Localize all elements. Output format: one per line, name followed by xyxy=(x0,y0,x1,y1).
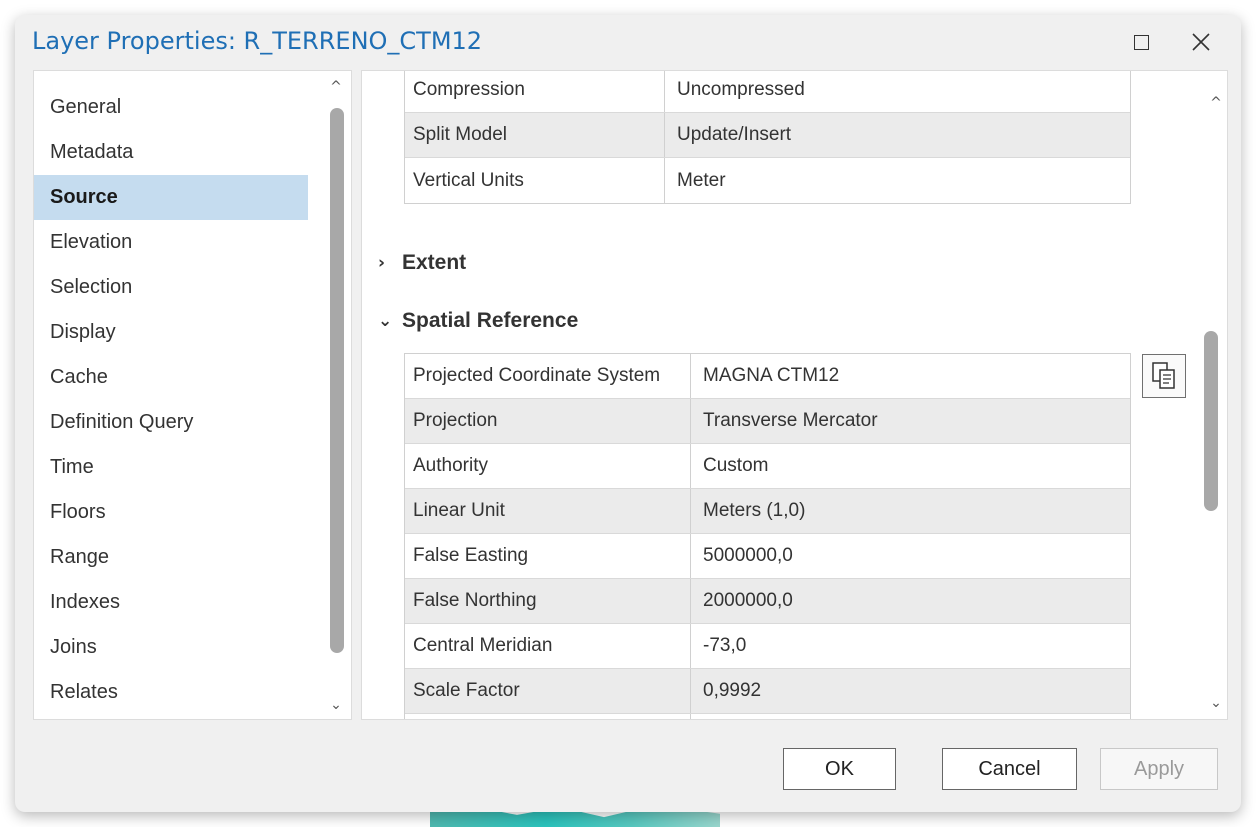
table-row: Scale Factor 0,9992 xyxy=(405,669,1130,714)
scroll-down-arrow-icon[interactable]: ⌄ xyxy=(321,695,351,715)
spatial-reference-section-header[interactable]: ⌄ Spatial Reference xyxy=(378,309,578,333)
property-name-cell: Split Model xyxy=(405,113,665,157)
apply-button[interactable]: Apply xyxy=(1100,748,1218,790)
sidebar-item-selection[interactable]: Selection xyxy=(34,265,308,310)
spatial-reference-table: Projected Coordinate System MAGNA CTM12 Pr… xyxy=(404,353,1131,719)
property-pages-list: General Metadata Source Elevation Selection D… xyxy=(33,70,352,720)
sidebar-scroll-thumb[interactable] xyxy=(330,108,344,653)
property-value-cell: Transverse Mercator xyxy=(703,410,878,431)
table-row: Split Model Update/Insert xyxy=(405,113,1130,158)
property-value-cell: 0,9992 xyxy=(703,680,762,701)
property-value-cell xyxy=(691,714,1130,719)
sidebar-item-floors[interactable]: Floors xyxy=(34,490,308,535)
property-value-cell: Custom xyxy=(703,455,769,476)
property-value-cell: MAGNA CTM12 xyxy=(703,365,840,386)
table-row: Projection Transverse Mercator xyxy=(405,399,1130,444)
table-row: False Northing 2000000,0 xyxy=(405,579,1130,624)
scroll-down-arrow-icon[interactable]: ⌄ xyxy=(1201,693,1227,713)
sidebar-item-source[interactable]: Source xyxy=(34,175,308,220)
sidebar-item-range[interactable]: Range xyxy=(34,535,308,580)
sidebar-item-general[interactable]: General xyxy=(34,85,308,130)
sidebar-item-definition-query[interactable]: Definition Query xyxy=(34,400,308,445)
table-row: Central Meridian -73,0 xyxy=(405,624,1130,669)
table-row: False Easting 5000000,0 xyxy=(405,534,1130,579)
chevron-right-icon: › xyxy=(378,253,386,273)
property-value-cell: Meters (1,0) xyxy=(703,500,806,521)
scroll-up-arrow-icon[interactable]: ^ xyxy=(1201,93,1227,113)
cancel-button[interactable]: Cancel xyxy=(942,748,1077,790)
layer-properties-dialog: Layer Properties: R_TERRENO_CTM12 Genera… xyxy=(15,15,1241,812)
property-name-cell: Authority xyxy=(405,444,691,488)
content-scroll-thumb[interactable] xyxy=(1204,331,1218,511)
property-value-cell: -73,0 xyxy=(703,635,747,656)
maximize-icon xyxy=(1133,34,1149,50)
sidebar-item-display[interactable]: Display xyxy=(34,310,308,355)
property-value-cell: Update/Insert xyxy=(677,124,792,145)
raster-info-table: Compression Uncompressed Split Model Update… xyxy=(404,71,1131,204)
spatial-reference-section-label: Spatial Reference xyxy=(402,309,579,332)
close-icon xyxy=(1192,33,1210,51)
scroll-up-arrow-icon[interactable]: ^ xyxy=(321,77,351,97)
maximize-button[interactable] xyxy=(1123,25,1159,59)
extent-section-header[interactable]: › Extent xyxy=(378,251,466,275)
table-row: Authority Custom xyxy=(405,444,1130,489)
close-button[interactable] xyxy=(1183,25,1219,59)
table-row: Compression Uncompressed xyxy=(405,71,1130,113)
property-name-cell: Linear Unit xyxy=(405,489,691,533)
sidebar-scrollbar[interactable]: ^ ⌄ xyxy=(321,71,351,719)
property-name-cell: Compression xyxy=(405,71,665,112)
sidebar-item-time[interactable]: Time xyxy=(34,445,308,490)
property-name-cell: Vertical Units xyxy=(405,158,665,203)
content-scrollbar[interactable]: ^ ⌄ xyxy=(1194,71,1227,719)
sidebar-item-elevation[interactable]: Elevation xyxy=(34,220,308,265)
sidebar-item-indexes[interactable]: Indexes xyxy=(34,580,308,625)
ok-button[interactable]: OK xyxy=(783,748,896,790)
table-row xyxy=(405,714,1130,719)
property-name-cell: False Northing xyxy=(405,579,691,623)
property-value-cell: Meter xyxy=(677,169,726,191)
property-value-cell: 5000000,0 xyxy=(703,545,793,566)
dialog-title: Layer Properties: R_TERRENO_CTM12 xyxy=(32,27,483,55)
sidebar-item-page-query[interactable]: Page Query xyxy=(34,715,308,719)
property-name-cell: Projected Coordinate System xyxy=(405,354,691,398)
property-value-cell: Uncompressed xyxy=(677,79,805,100)
sidebar-item-metadata[interactable]: Metadata xyxy=(34,130,308,175)
source-page-content: Compression Uncompressed Split Model Update… xyxy=(361,70,1228,720)
sidebar-item-cache[interactable]: Cache xyxy=(34,355,308,400)
sidebar-item-relates[interactable]: Relates xyxy=(34,670,308,715)
copy-icon xyxy=(1152,362,1175,389)
nav-list: General Metadata Source Elevation Selection D… xyxy=(34,85,308,719)
table-row: Projected Coordinate System MAGNA CTM12 xyxy=(405,354,1130,399)
copy-button[interactable] xyxy=(1142,354,1186,398)
table-row: Linear Unit Meters (1,0) xyxy=(405,489,1130,534)
sidebar-item-joins[interactable]: Joins xyxy=(34,625,308,670)
property-name-cell: False Easting xyxy=(405,534,691,578)
chevron-down-icon: ⌄ xyxy=(378,311,393,331)
property-name-cell xyxy=(405,714,691,719)
property-value-cell: 2000000,0 xyxy=(703,590,793,611)
table-row: Vertical Units Meter xyxy=(405,158,1130,203)
property-name-cell: Projection xyxy=(405,399,691,443)
property-name-cell: Central Meridian xyxy=(405,624,691,668)
extent-section-label: Extent xyxy=(402,251,467,274)
property-name-cell: Scale Factor xyxy=(405,669,691,713)
